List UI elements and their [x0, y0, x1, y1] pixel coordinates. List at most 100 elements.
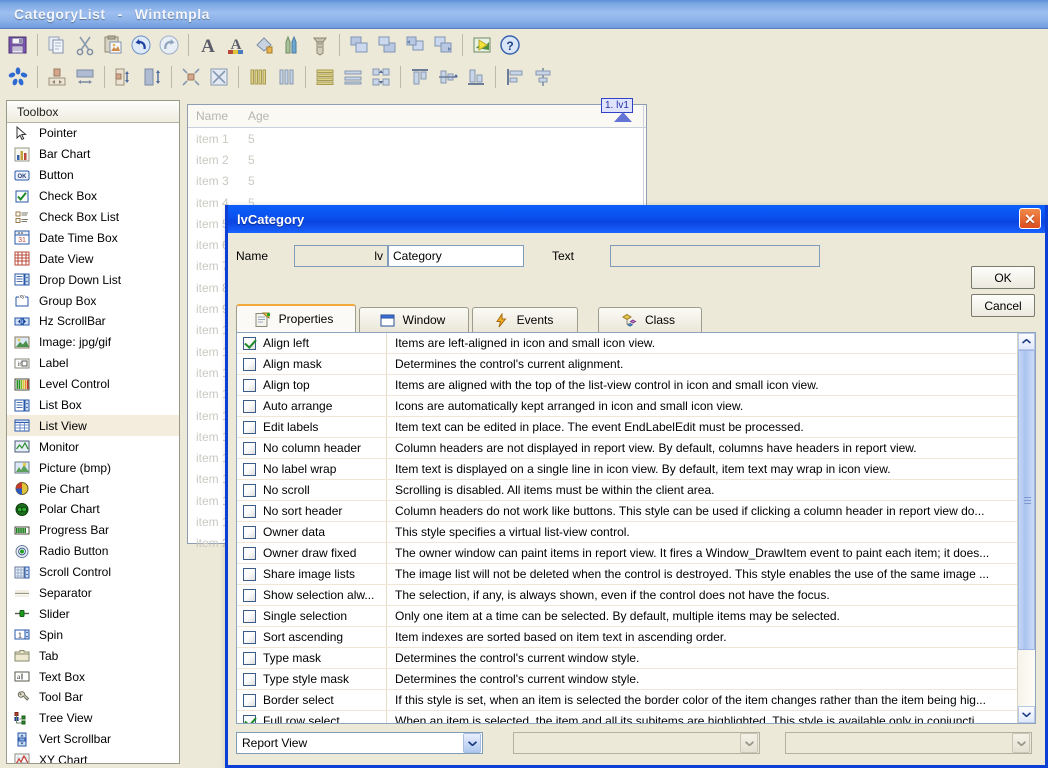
bring-forward-icon[interactable]	[402, 32, 428, 58]
size-width-icon[interactable]	[72, 64, 98, 90]
chevron-down-icon[interactable]	[1012, 733, 1030, 753]
toolbox-item-tool-bar[interactable]: Tool Bar	[7, 687, 179, 708]
toolbox-item-list-view[interactable]: List View	[7, 415, 179, 437]
property-checkbox[interactable]	[243, 714, 256, 723]
property-checkbox[interactable]	[243, 588, 256, 602]
toolbox-item-vert-scrollbar[interactable]: Vert Scrollbar	[7, 729, 179, 750]
toolbox-item-image-jpg-gif[interactable]: Image: jpg/gif	[7, 332, 179, 353]
toolbox-item-check-box[interactable]: Check Box	[7, 186, 179, 207]
help-icon[interactable]: ?	[497, 32, 523, 58]
toolbox-item-check-box-list[interactable]: Check Box List	[7, 207, 179, 228]
undo-icon[interactable]	[128, 32, 154, 58]
view-mode-combo[interactable]: Report View	[236, 732, 483, 754]
shrink-icon[interactable]	[178, 64, 204, 90]
property-row[interactable]: Type mask Determines the control's curren…	[237, 648, 1017, 669]
property-row[interactable]: Show selection alw... The selection, if a…	[237, 585, 1017, 606]
property-row[interactable]: Sort ascending Item indexes are sorted ba…	[237, 627, 1017, 648]
space-horizontal-icon[interactable]	[44, 64, 70, 90]
send-back-icon[interactable]	[374, 32, 400, 58]
property-row[interactable]: Full row select When an item is selected,…	[237, 711, 1017, 723]
toolbox-item-xy-chart[interactable]: XY Chart	[7, 750, 179, 763]
toolbox-item-slider[interactable]: Slider	[7, 603, 179, 624]
property-row[interactable]: No sort header Column headers do not work…	[237, 501, 1017, 522]
property-checkbox[interactable]	[243, 609, 256, 623]
properties-grid[interactable]: Align left Items are left-aligned in icon…	[237, 333, 1017, 723]
columns-even-icon[interactable]	[245, 64, 271, 90]
redo-icon[interactable]	[156, 32, 182, 58]
rows-icon[interactable]	[340, 64, 366, 90]
listview-row[interactable]: item 3 5	[188, 171, 646, 192]
font-color-icon[interactable]: A	[223, 32, 249, 58]
toolbox-item-polar-chart[interactable]: Polar Chart	[7, 499, 179, 520]
property-checkbox[interactable]	[243, 441, 256, 455]
property-row[interactable]: Align top Items are aligned with the top …	[237, 375, 1017, 396]
align-center-icon[interactable]	[530, 64, 556, 90]
property-row[interactable]: Type style mask Determines the control's …	[237, 669, 1017, 690]
property-checkbox[interactable]	[243, 546, 256, 560]
property-checkbox[interactable]	[243, 420, 256, 434]
toolbox-item-picture-bmp[interactable]: Picture (bmp)	[7, 457, 179, 478]
toolbox-item-date-view[interactable]: Date View	[7, 248, 179, 269]
toolbox-item-progress-bar[interactable]: Progress Bar	[7, 520, 179, 541]
size-height-icon[interactable]	[139, 64, 165, 90]
close-icon[interactable]: ✕	[1019, 208, 1041, 229]
space-vertical-icon[interactable]	[111, 64, 137, 90]
save-icon[interactable]	[5, 32, 31, 58]
toolbox-item-pie-chart[interactable]: Pie Chart	[7, 478, 179, 499]
property-row[interactable]: Owner data This style specifies a virtual…	[237, 522, 1017, 543]
scrollbar-thumb[interactable]	[1018, 350, 1035, 650]
property-checkbox[interactable]	[243, 630, 256, 644]
toolbox-item-label[interactable]: in Label	[7, 353, 179, 374]
toolbox-item-monitor[interactable]: Monitor	[7, 436, 179, 457]
property-row[interactable]: No label wrap Item text is displayed on a…	[237, 459, 1017, 480]
rows-even-icon[interactable]	[312, 64, 338, 90]
toolbox-item-list-box[interactable]: List Box	[7, 395, 179, 416]
toolbox-item-text-box[interactable]: a Text Box	[7, 666, 179, 687]
tab-properties[interactable]: Properties	[236, 304, 356, 332]
toolbox-item-drop-down-list[interactable]: Drop Down List	[7, 269, 179, 290]
property-checkbox[interactable]	[243, 399, 256, 413]
property-checkbox[interactable]	[243, 693, 256, 707]
property-row[interactable]: Align mask Determines the control's curre…	[237, 354, 1017, 375]
toolbox-item-hz-scrollbar[interactable]: Hz ScrollBar	[7, 311, 179, 332]
columns-icon[interactable]	[273, 64, 299, 90]
paste-icon[interactable]	[100, 32, 126, 58]
tab-window[interactable]: Window	[359, 307, 469, 332]
property-checkbox[interactable]	[243, 672, 256, 686]
toolbox-item-tab[interactable]: Tab	[7, 645, 179, 666]
properties-scrollbar[interactable]	[1017, 333, 1035, 723]
cut-icon[interactable]	[72, 32, 98, 58]
font-icon[interactable]: A	[195, 32, 221, 58]
toolbox-item-scroll-control[interactable]: Scroll Control	[7, 562, 179, 583]
property-checkbox[interactable]	[243, 378, 256, 392]
align-left-icon[interactable]	[502, 64, 528, 90]
toolbox-item-button[interactable]: OK Button	[7, 165, 179, 186]
toolbox-item-bar-chart[interactable]: Bar Chart	[7, 144, 179, 165]
secondary-combo[interactable]	[513, 732, 760, 754]
send-backward-icon[interactable]	[430, 32, 456, 58]
chevron-down-icon[interactable]	[740, 733, 758, 753]
align-bottom-icon[interactable]	[463, 64, 489, 90]
property-checkbox[interactable]	[243, 462, 256, 476]
screw-icon[interactable]	[307, 32, 333, 58]
property-row[interactable]: Single selection Only one item at a time …	[237, 606, 1017, 627]
copy-icon[interactable]	[44, 32, 70, 58]
grid-icon[interactable]	[368, 64, 394, 90]
listview-row[interactable]: item 2 5	[188, 149, 646, 170]
property-row[interactable]: Edit labels Item text can be edited in pl…	[237, 417, 1017, 438]
bring-front-icon[interactable]	[346, 32, 372, 58]
property-checkbox[interactable]	[243, 504, 256, 518]
expand-icon[interactable]	[206, 64, 232, 90]
chevron-down-icon[interactable]	[463, 733, 481, 753]
pens-icon[interactable]	[279, 32, 305, 58]
property-row[interactable]: Share image lists The image list will not…	[237, 564, 1017, 585]
property-checkbox[interactable]	[243, 567, 256, 581]
toolbox-item-group-box[interactable]: xy Group Box	[7, 290, 179, 311]
scroll-down-icon[interactable]	[1018, 706, 1035, 723]
toolbox-item-date-time-box[interactable]: 31 Date Time Box	[7, 227, 179, 248]
toolbox-item-spin[interactable]: 1 Spin	[7, 624, 179, 645]
tertiary-combo[interactable]	[785, 732, 1032, 754]
fill-color-icon[interactable]	[251, 32, 277, 58]
property-checkbox[interactable]	[243, 525, 256, 539]
toolbox-item-radio-button[interactable]: Radio Button	[7, 541, 179, 562]
